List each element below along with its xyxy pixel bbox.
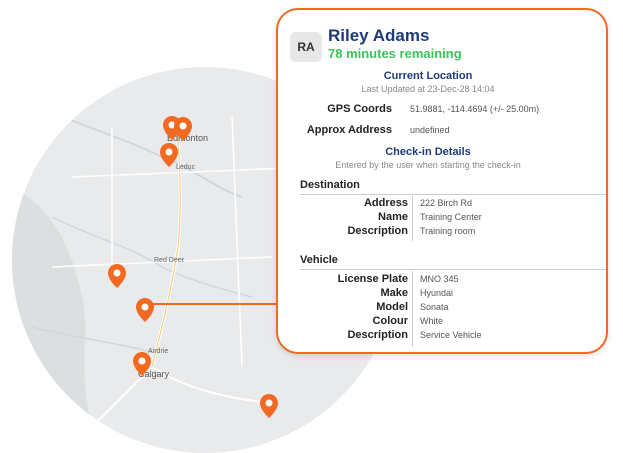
vehicle-plate-value: MNO 345 [420,274,459,284]
destination-name-value: Training Center [420,212,482,222]
vehicle-make-value: Hyundai [420,288,454,298]
vehicle-colour-value: White [420,316,444,326]
current-location-title: Current Location [383,70,473,82]
approx-address-value: undefined [410,125,450,135]
city-label-airdrie: Airdrie [148,348,169,355]
map-pin-icon[interactable] [174,117,192,141]
destination-description-value: Training room [420,226,476,236]
destination-address-label: Address [363,197,408,209]
checkin-details-title: Check-in Details [385,146,471,158]
checkin-details-subtitle: Entered by the user when starting the ch… [335,160,521,170]
divider [300,194,606,195]
vehicle-model-label: Model [376,301,408,313]
map-pin-icon[interactable] [136,298,154,322]
time-remaining: 78 minutes remaining [328,46,462,61]
destination-description-label: Description [347,225,408,237]
map-pin-icon[interactable] [260,394,278,418]
vehicle-description-value: Service Vehicle [420,330,482,340]
divider [412,196,413,241]
destination-name-label: Name [378,211,408,223]
vehicle-make-label: Make [380,287,408,299]
city-label-leduc: Leduc [176,164,196,171]
map-pin-icon[interactable] [160,143,178,167]
user-name: Riley Adams [328,26,430,45]
approx-address-label: Approx Address [306,124,392,136]
city-label-red-deer: Red Deer [154,257,184,264]
vehicle-model-value: Sonata [420,302,449,312]
vehicle-colour-label: Colour [372,315,408,327]
divider [412,271,413,347]
divider [300,269,606,270]
vehicle-plate-label: License Plate [337,273,408,285]
gps-value: 51.9881, -114.4694 (+/- 25.00m) [410,104,540,114]
vehicle-title: Vehicle [300,254,338,266]
avatar: RA [290,32,322,62]
pin-callout-connector [150,303,276,305]
gps-label: GPS Coords [327,103,392,115]
checkin-detail-card: RA Riley Adams 78 minutes remaining Curr… [276,8,608,354]
last-updated-text: Last Updated at 23-Dec-28 14:04 [361,84,495,94]
destination-address-value: 222 Birch Rd [420,198,473,208]
destination-title: Destination [300,179,360,191]
vehicle-description-label: Description [347,329,408,341]
map-pin-icon[interactable] [108,264,126,288]
map-pin-icon[interactable] [133,352,151,376]
